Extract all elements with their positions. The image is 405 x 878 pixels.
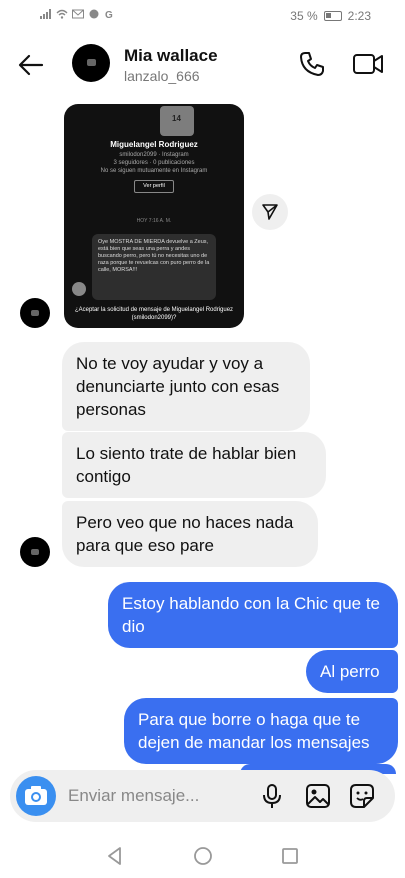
clock: 2:23 — [347, 9, 371, 23]
sticker-icon[interactable] — [348, 782, 376, 810]
phone-icon[interactable] — [298, 50, 326, 78]
mail-icon — [72, 9, 84, 19]
message-composer: Enviar mensaje... — [10, 770, 395, 822]
google-icon: G — [105, 10, 113, 19]
share-button[interactable] — [252, 194, 288, 230]
sender-avatar[interactable] — [20, 537, 50, 567]
profile-photo — [160, 106, 194, 136]
battery-icon — [323, 11, 342, 21]
card-profile-stats: 3 seguidores · 0 publicaciones — [113, 160, 195, 166]
card-profile-name: Miguelangel Rodriguez — [110, 140, 198, 149]
message-input[interactable]: Enviar mensaje... — [68, 786, 199, 806]
sender-avatar[interactable] — [20, 298, 50, 328]
message-bubble-received[interactable]: Lo siento trate de hablar bien contigo — [62, 432, 326, 498]
image-icon[interactable] — [304, 782, 332, 810]
view-profile-button[interactable]: Ver perfil — [134, 180, 174, 193]
video-camera-icon[interactable] — [352, 50, 384, 78]
status-bar: G 35 % 2:23 — [0, 0, 405, 32]
signal-icon — [40, 9, 51, 19]
camera-button[interactable] — [16, 776, 56, 816]
arrow-left-icon[interactable] — [16, 50, 46, 80]
system-navigation-bar — [0, 835, 405, 878]
card-message: Oye MOSTRA DE MIERDA devuelve a Zeus, es… — [92, 234, 216, 300]
nav-back-icon[interactable] — [104, 845, 126, 867]
contact-avatar[interactable] — [72, 44, 110, 82]
nav-recents-icon[interactable] — [279, 845, 301, 867]
message-bubble-sent[interactable]: Al perro — [306, 650, 398, 693]
camera-icon — [25, 786, 47, 805]
card-profile-note: No se siguen mutuamente en Instagram — [100, 168, 208, 174]
card-request-text: ¿Aceptar la solicitud de mensaje de Migu… — [74, 307, 234, 321]
message-bubble-sent[interactable]: Estoy hablando con la Chic que te dio — [108, 582, 398, 648]
microphone-icon[interactable] — [258, 782, 286, 810]
message-bubble-received[interactable]: No te voy ayudar y voy a denunciarte jun… — [62, 342, 310, 431]
card-profile-handle: smilodon2099 · Instagram — [119, 152, 189, 158]
wifi-icon — [56, 9, 68, 19]
battery-percent: 35 % — [290, 9, 318, 23]
message-bubble-received[interactable]: Pero veo que no haces nada para que eso … — [62, 501, 318, 567]
shared-profile-card[interactable]: Miguelangel Rodriguez smilodon2099 · Ins… — [64, 104, 244, 328]
card-date: HOY 7:16 A. M. — [136, 218, 172, 224]
svg-text:G: G — [105, 10, 113, 19]
nav-home-icon[interactable] — [192, 845, 214, 867]
card-mini-avatar — [72, 282, 86, 296]
message-bubble-sent[interactable]: Para que borre o haga que te dejen de ma… — [124, 698, 398, 764]
send-icon — [262, 204, 278, 220]
chat-header: Mia wallace lanzalo_666 — [0, 36, 405, 96]
contact-username[interactable]: lanzalo_666 — [124, 68, 200, 84]
status-icons-left: G — [40, 9, 116, 19]
contact-name[interactable]: Mia wallace — [124, 46, 218, 66]
messenger-icon — [89, 9, 99, 19]
